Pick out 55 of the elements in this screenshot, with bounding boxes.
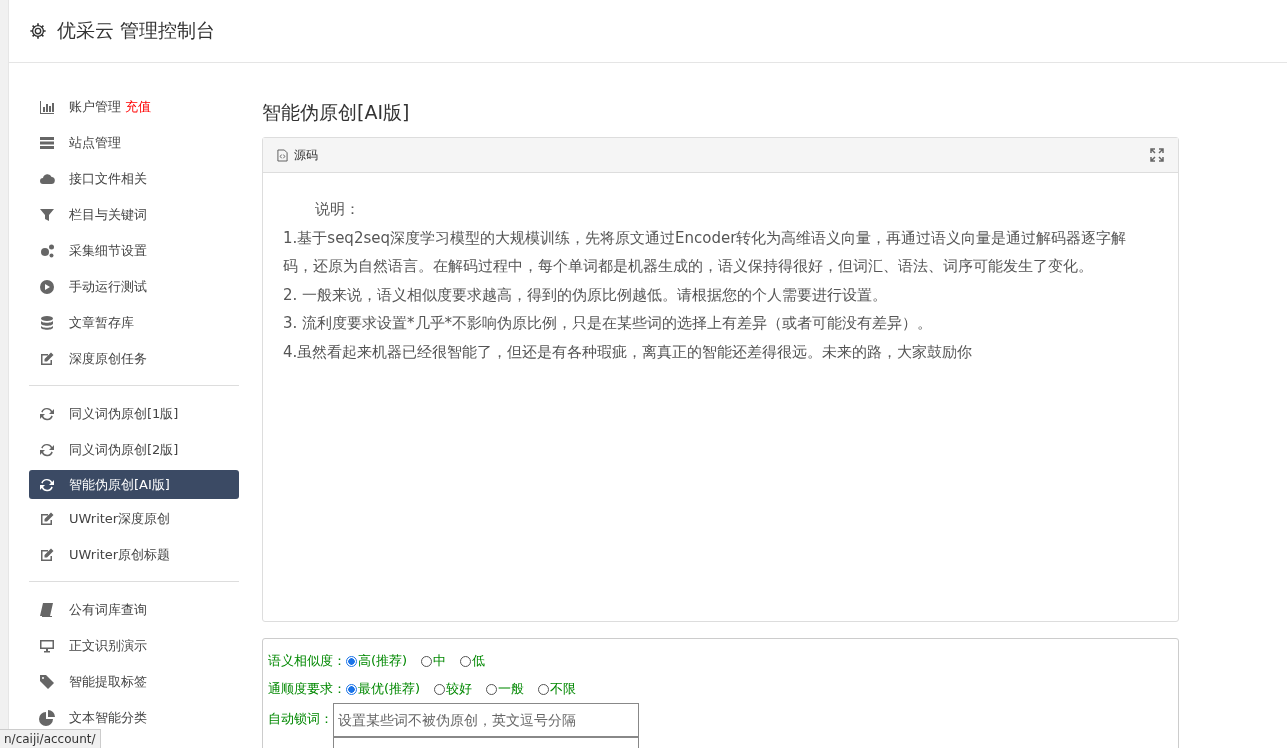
- sidebar-item[interactable]: 正文识别演示: [29, 630, 239, 662]
- lock-words-field[interactable]: 设置某些词不被伪原创，英文逗号分隔: [333, 703, 639, 737]
- database-icon: [39, 315, 55, 331]
- pie-chart-icon: [39, 710, 55, 726]
- radio-option[interactable]: 不限: [538, 680, 577, 698]
- sidebar-item[interactable]: 智能伪原创[AI版]: [29, 470, 239, 499]
- radio-option[interactable]: 一般: [486, 680, 525, 698]
- sidebar-item[interactable]: 账户管理 充值: [29, 91, 239, 123]
- refresh-icon: [39, 476, 55, 493]
- radio-option[interactable]: 高(推荐): [346, 652, 408, 670]
- monitor-icon: [39, 638, 55, 654]
- play-icon: [39, 279, 55, 295]
- paragraph: 1.基于seq2seq深度学习模型的大规模训练，先将原文通过Encoder转化为高维语义向量，再通过语义向量是通过解码器逐字解码，还原为自然语言。在解码过程中，每个单词都是机器生成的，语义保持得很好，但词汇、语法、词序可能发生了变化。: [283, 227, 1128, 277]
- edit-icon: [39, 511, 55, 527]
- option-label: 自动锁词：: [268, 710, 333, 728]
- refresh-icon: [39, 442, 55, 458]
- sidebar-item[interactable]: 接口文件相关: [29, 163, 239, 195]
- filter-icon: [39, 207, 55, 223]
- settings-icon: [29, 22, 47, 40]
- refresh-icon: [39, 406, 55, 422]
- paragraph: 2. 一般来说，语义相似度要求越高，得到的伪原比例越低。请根据您的个人需要进行设置。: [283, 284, 889, 306]
- sidebar-item[interactable]: 深度原创任务: [29, 343, 239, 375]
- bar-chart-icon: [39, 99, 55, 115]
- app-title: 优采云 管理控制台: [57, 18, 216, 43]
- sidebar-item[interactable]: 栏目与关键词: [29, 199, 239, 231]
- sidebar-item[interactable]: 智能提取标签: [29, 666, 239, 698]
- cloud-icon: [39, 171, 55, 187]
- status-url: n/caiji/account/: [0, 729, 101, 748]
- sidebar-item[interactable]: UWriter深度原创: [29, 503, 239, 535]
- radio-option[interactable]: 较好: [434, 680, 473, 698]
- radio-option[interactable]: 最优(推荐): [346, 680, 421, 698]
- sidebar-item[interactable]: UWriter原创标题: [29, 539, 239, 571]
- edit-icon: [39, 547, 55, 563]
- sidebar-item[interactable]: 文章暂存库: [29, 307, 239, 339]
- sidebar-item[interactable]: 站点管理: [29, 127, 239, 159]
- intro-text: 说明：: [314, 199, 361, 220]
- sidebar-item[interactable]: 手动运行测试: [29, 271, 239, 303]
- option-label: 语义相似度：: [268, 652, 346, 670]
- sidebar-item[interactable]: 同义词伪原创[1版]: [29, 398, 239, 430]
- paragraph: 3. 流利度要求设置*几乎*不影响伪原比例，只是在某些词的选择上有差异（或者可能没有差异）。: [283, 313, 934, 334]
- option-label: 通顺度要求：: [268, 680, 346, 698]
- sidebar-item[interactable]: 采集细节设置: [29, 235, 239, 267]
- fullscreen-icon[interactable]: [1150, 148, 1164, 162]
- radio-option[interactable]: 低: [460, 652, 486, 670]
- sidebar-item[interactable]: 同义词伪原创[2版]: [29, 434, 239, 466]
- radio-option[interactable]: 中: [421, 652, 447, 670]
- file-code-icon: [277, 148, 288, 162]
- paragraph: 4.虽然看起来机器已经很智能了，但还是有各种瑕疵，离真正的智能还差得很远。未来的路，大家鼓励你: [283, 341, 974, 363]
- sidebar-item[interactable]: 公有词库查询: [29, 594, 239, 626]
- source-button[interactable]: 源码: [277, 146, 318, 164]
- edit-icon: [39, 351, 55, 367]
- recharge-link[interactable]: 充值: [125, 98, 151, 116]
- page-title: 智能伪原创[AI版]: [262, 100, 411, 125]
- server-icon: [39, 135, 55, 151]
- tag-icon: [39, 674, 55, 690]
